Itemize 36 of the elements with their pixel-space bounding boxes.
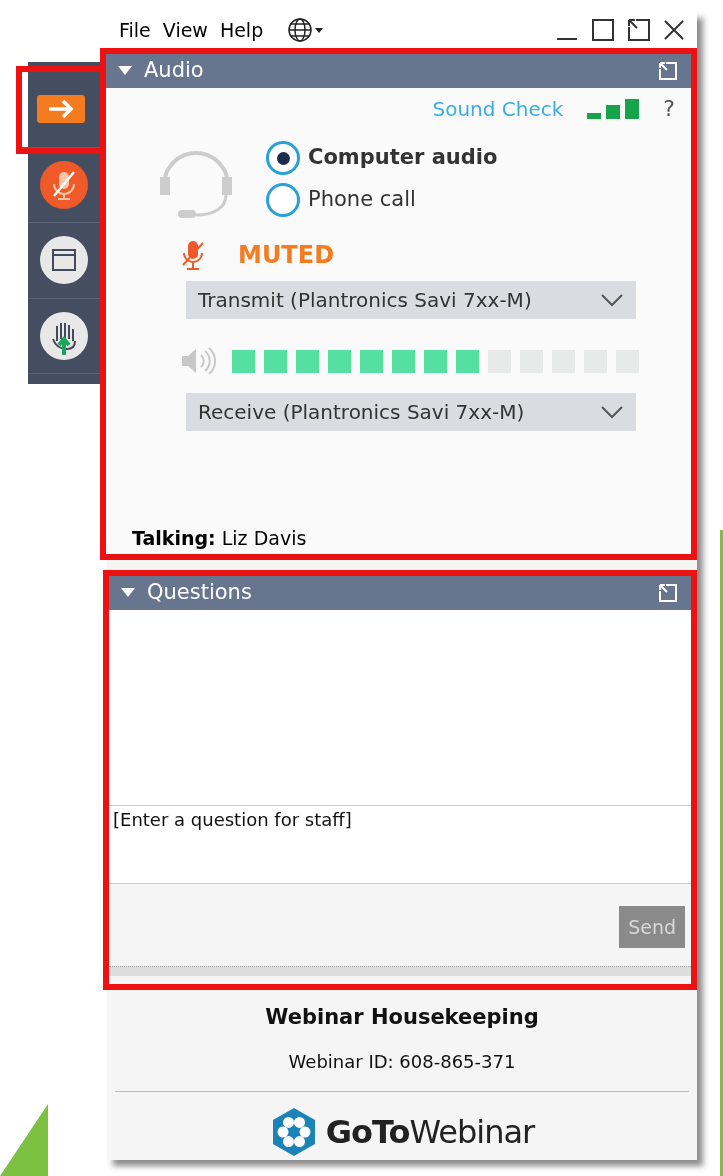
talking-status: Talking: Liz Davis — [132, 525, 308, 551]
panel-header[interactable]: Questions — [109, 576, 691, 610]
maximize-icon[interactable] — [591, 18, 615, 42]
webinar-title: Webinar Housekeeping — [265, 1004, 539, 1031]
logo-text: GoToWebinar — [325, 1111, 535, 1153]
menu-item[interactable]: View — [162, 15, 208, 45]
window-icon — [39, 235, 89, 286]
collapse-triangle-icon — [121, 588, 135, 598]
raise-hand-icon — [39, 310, 89, 361]
pop-out-icon[interactable] — [657, 582, 679, 604]
panel-title: Questions — [147, 579, 253, 607]
chevron-down-icon — [600, 405, 624, 419]
question-input[interactable]: [Enter a question for staff] — [109, 806, 691, 884]
menu-item[interactable]: File — [119, 15, 151, 45]
signal-bars-icon — [587, 98, 640, 119]
panel-header[interactable]: Audio — [106, 54, 691, 88]
speaker-icon — [180, 347, 216, 375]
menu-item[interactable]: Help — [219, 15, 264, 45]
audio-option[interactable]: Computer audio — [266, 141, 498, 175]
help-link[interactable]: ? — [663, 92, 675, 125]
resize-grip[interactable] — [109, 966, 691, 976]
radio-button[interactable] — [266, 141, 300, 175]
mute-status: MUTED — [238, 240, 335, 271]
chevron-down-icon — [600, 293, 624, 307]
close-icon[interactable] — [663, 19, 685, 41]
webinar-id: Webinar ID: 608-865-371 — [288, 1049, 516, 1074]
device-dropdown[interactable]: Receive (Plantronics Savi 7xx-M) — [186, 393, 636, 431]
collapse-triangle-icon — [118, 66, 132, 76]
pop-out-icon[interactable] — [657, 60, 679, 82]
muted-microphone-icon — [39, 159, 89, 210]
accent-triangle — [0, 1104, 48, 1176]
pop-out-window-icon[interactable] — [627, 18, 651, 42]
radio-button[interactable] — [266, 183, 300, 217]
device-dropdown[interactable]: Transmit (Plantronics Savi 7xx-M) — [186, 281, 636, 319]
panel-title: Audio — [144, 57, 205, 85]
audio-option[interactable]: Phone call — [266, 183, 498, 217]
